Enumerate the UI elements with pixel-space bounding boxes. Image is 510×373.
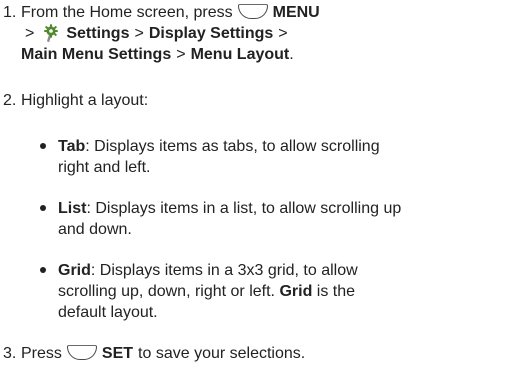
layout-text: is the bbox=[316, 283, 356, 300]
layout-description: Tab: Displays items as tabs, to allow sc… bbox=[58, 136, 508, 178]
layout-text: right and left. bbox=[58, 159, 151, 176]
bullet-dot bbox=[40, 267, 46, 273]
step-text: From the Home screen, press bbox=[21, 4, 233, 21]
step-line: Press SET to save your selections. bbox=[21, 343, 506, 364]
set-key-label: SET bbox=[101, 345, 134, 362]
bullet-dot bbox=[40, 143, 46, 149]
soft-key-icon bbox=[237, 4, 268, 19]
bullet-dot bbox=[40, 205, 46, 211]
step-text: Highlight a layout: bbox=[21, 92, 149, 109]
menu-layout-label: Menu Layout bbox=[190, 46, 290, 63]
step-text: to save your selections. bbox=[138, 345, 306, 362]
layout-text: : Displays items in a 3x3 grid, to allow bbox=[90, 262, 358, 279]
step-body: Press SET to save your selections. bbox=[21, 343, 506, 364]
layout-text: default layout. bbox=[58, 304, 158, 321]
path-separator: > bbox=[278, 25, 288, 42]
step-body: Highlight a layout: bbox=[21, 90, 506, 111]
layout-name: List bbox=[58, 200, 87, 217]
layout-text: scrolling up, down, right or left. bbox=[58, 283, 275, 300]
display-settings-label: Display Settings bbox=[148, 25, 274, 42]
layout-text: : Displays items as tabs, to allow scrol… bbox=[85, 138, 380, 155]
path-separator: > bbox=[176, 46, 186, 63]
soft-key-icon bbox=[66, 345, 97, 360]
step-body: From the Home screen, press MENU > Setti… bbox=[21, 2, 506, 65]
step-line: Main Menu Settings > Menu Layout . bbox=[21, 44, 506, 65]
instructions-page: 1. From the Home screen, press MENU > Se… bbox=[0, 0, 510, 373]
main-menu-settings-label: Main Menu Settings bbox=[21, 46, 172, 63]
menu-key-label: MENU bbox=[272, 4, 320, 21]
layout-text: : Displays items in a list, to allow scr… bbox=[86, 200, 402, 217]
path-separator: > bbox=[25, 25, 35, 42]
default-layout-name: Grid bbox=[279, 283, 313, 300]
step-line: > Settings > Display Settings > bbox=[21, 23, 506, 44]
layout-name: Grid bbox=[58, 262, 91, 279]
step-number: 1. bbox=[3, 4, 17, 21]
layout-text: and down. bbox=[58, 221, 132, 238]
settings-icon bbox=[44, 23, 59, 42]
step-number: 3. bbox=[3, 345, 17, 362]
step-period: . bbox=[289, 46, 294, 63]
step-text: Press bbox=[21, 345, 62, 362]
layout-description: List: Displays items in a list, to allow… bbox=[58, 198, 508, 240]
path-separator: > bbox=[134, 25, 144, 42]
layout-name: Tab bbox=[58, 138, 86, 155]
step-number: 2. bbox=[3, 92, 17, 109]
step-line: From the Home screen, press MENU bbox=[21, 2, 506, 23]
settings-label: Settings bbox=[66, 25, 130, 42]
layout-description: Grid: Displays items in a 3x3 grid, to a… bbox=[58, 260, 508, 323]
